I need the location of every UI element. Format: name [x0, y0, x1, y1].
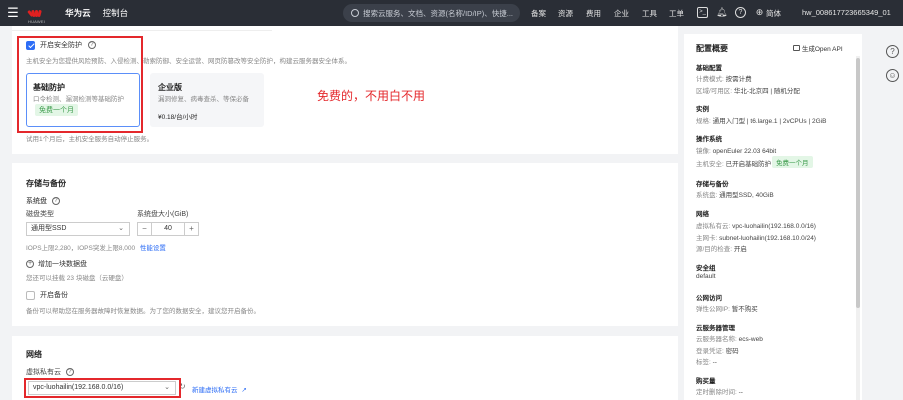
vpc-label: 虚拟私有云 [26, 369, 61, 376]
disk-size-label: 系统盘大小(GiB) [137, 211, 189, 218]
disk-type-select[interactable]: 通用型SSD ⌄ [26, 222, 130, 236]
backup-row: 开启备份 [26, 290, 68, 300]
summary-network-label: 网络 [696, 211, 709, 218]
code-icon [793, 45, 800, 51]
plus-button[interactable]: + [184, 223, 198, 235]
summary-management-label: 云服务器管理 [696, 325, 735, 332]
plus-circle-icon[interactable]: + [26, 260, 34, 268]
performance-settings-link[interactable]: 性能设置 [140, 245, 166, 252]
nav-filing[interactable]: 备案 [531, 0, 546, 26]
summary-host-security: 主机安全: 已开启基础防护 [696, 161, 772, 168]
network-section-title: 网络 [26, 350, 42, 359]
help-float-icon[interactable]: ? [886, 45, 899, 58]
summary-billing: 计费模式: 按需计费 [696, 76, 752, 83]
add-disk-note: 您还可以挂载 23 块磁盘（云硬盘） [26, 275, 128, 282]
console-link[interactable]: 控制台 [103, 7, 129, 19]
terminal-icon[interactable]: >_ [697, 7, 708, 18]
summary-security-group-label: 安全组 [696, 265, 716, 272]
disk-size-value[interactable]: 40 [152, 223, 184, 235]
summary-quantity-label: 购买量 [696, 378, 716, 385]
summary-storage-label: 存储与备份 [696, 181, 729, 188]
summary-scheduled-delete: 定时删除时间: -- [696, 389, 743, 396]
summary-basic-label: 基础配置 [696, 65, 722, 72]
enterprise-title: 企业版 [158, 83, 182, 92]
backup-checkbox[interactable] [26, 290, 35, 300]
summary-title: 配置概要 [696, 44, 728, 53]
search-placeholder: 搜索云服务、文档、资源(名称/ID/IP)、快捷... [363, 8, 513, 18]
summary-tags: 标签: -- [696, 359, 717, 366]
disk-type-value: 通用型SSD [31, 225, 67, 232]
bell-icon[interactable]: 🔔︎ [716, 7, 727, 18]
iops-row: IOPS上限2,280，IOPS突发上限8,000 性能设置 [26, 242, 166, 252]
summary-login-credential: 登录凭证: 密码 [696, 348, 739, 355]
summary-system-disk: 系统盘: 通用型SSD, 40GiB [696, 192, 774, 199]
brand-name[interactable]: 华为云 [65, 7, 91, 19]
summary-instance-label: 实例 [696, 106, 709, 113]
summary-src-dst-check: 源/目的检查: 开启 [696, 246, 747, 253]
enterprise-price: ¥0.18/台/小时 [158, 114, 198, 121]
new-vpc-link[interactable]: 新建虚拟私有云 ↗ [192, 384, 247, 394]
summary-os-label: 操作系统 [696, 136, 722, 143]
disk-size-stepper[interactable]: − 40 + [137, 222, 199, 236]
new-vpc-link-label: 新建虚拟私有云 [192, 387, 238, 394]
global-search[interactable]: 搜索云服务、文档、资源(名称/ID/IP)、快捷... [343, 4, 520, 22]
cut-off-row [12, 26, 272, 31]
minus-button[interactable]: − [138, 223, 152, 235]
summary-region: 区域/可用区: 华北-北京四 | 随机分配 [696, 88, 800, 95]
disk-type-label: 磁盘类型 [26, 211, 54, 218]
nav-resources[interactable]: 资源 [558, 0, 573, 26]
generate-openapi-label: 生成Open API [801, 46, 843, 53]
globe-icon[interactable]: ⊕ [754, 7, 765, 18]
nav-billing[interactable]: 费用 [586, 0, 601, 26]
summary-vpc: 虚拟私有云: vpc-luohailin(192.168.0.0/16) [696, 223, 816, 230]
annotation-highlight-box [17, 36, 143, 133]
menu-icon[interactable]: ☰ [0, 0, 26, 26]
iops-text: IOPS上限2,280，IOPS突发上限8,000 [26, 245, 136, 252]
huawei-logo[interactable]: HUAWEI [27, 3, 46, 24]
summary-flavor: 规格: 通用入门型 | t6.large.1 | 2vCPUs | 2GiB [696, 118, 827, 125]
nav-tickets[interactable]: 工单 [669, 0, 684, 26]
summary-nic: 主网卡: subnet-luohailin(192.168.10.0/24) [696, 235, 816, 242]
help-circle-icon[interactable]: ? [51, 197, 60, 206]
summary-free-badge: 免费一个月 [772, 156, 813, 168]
external-link-icon: ↗ [241, 387, 247, 394]
backup-label: 开启备份 [39, 292, 68, 299]
system-disk-label: 系统盘 [26, 198, 47, 205]
system-disk-row: 系统盘 ? [26, 196, 60, 206]
huawei-logo-mark [27, 7, 43, 19]
add-data-disk-button[interactable]: 增加一块数据盘 [38, 261, 87, 268]
summary-eip: 弹性公网IP: 暂不购买 [696, 306, 758, 313]
summary-security-group: default [696, 273, 716, 280]
nav-enterprise[interactable]: 企业 [614, 0, 629, 26]
storage-section-title: 存储与备份 [26, 179, 66, 188]
nav-tools[interactable]: 工具 [642, 0, 657, 26]
backup-description: 备份可以帮助您在服务器故障时恢复数据。为了您的数据安全，建议您开启备份。 [26, 308, 260, 315]
chevron-down-icon: ⌄ [118, 225, 124, 232]
help-icon[interactable]: ? [735, 7, 746, 18]
search-icon [351, 9, 359, 17]
huawei-logo-text: HUAWEI [28, 18, 46, 24]
help-circle-icon[interactable]: ? [65, 368, 74, 377]
language-switch[interactable]: 简体 [766, 0, 781, 26]
annotation-text: 免费的，不用白不用 [317, 89, 426, 103]
vpc-label-row: 虚拟私有云 ? [26, 367, 74, 377]
generate-openapi-button[interactable]: 生成Open API [793, 43, 843, 53]
feedback-smile-icon[interactable]: ☺ [886, 69, 899, 82]
enterprise-desc: 漏洞修复、病毒查杀、等保必备 [158, 96, 249, 103]
summary-public-access-label: 公网访问 [696, 295, 722, 302]
trial-note: 试用1个月后，主机安全服务自动停止服务。 [26, 136, 154, 143]
annotation-highlight-box-vpc [24, 378, 181, 398]
user-account[interactable]: hw_008617723665349_01 [802, 0, 891, 26]
add-disk-row[interactable]: + 增加一块数据盘 [26, 259, 87, 269]
summary-scrollbar-thumb[interactable] [856, 58, 860, 308]
summary-server-name: 云服务器名称: ecs-web [696, 336, 763, 343]
summary-image: 镜像: openEuler 22.03 64bit [696, 148, 777, 155]
